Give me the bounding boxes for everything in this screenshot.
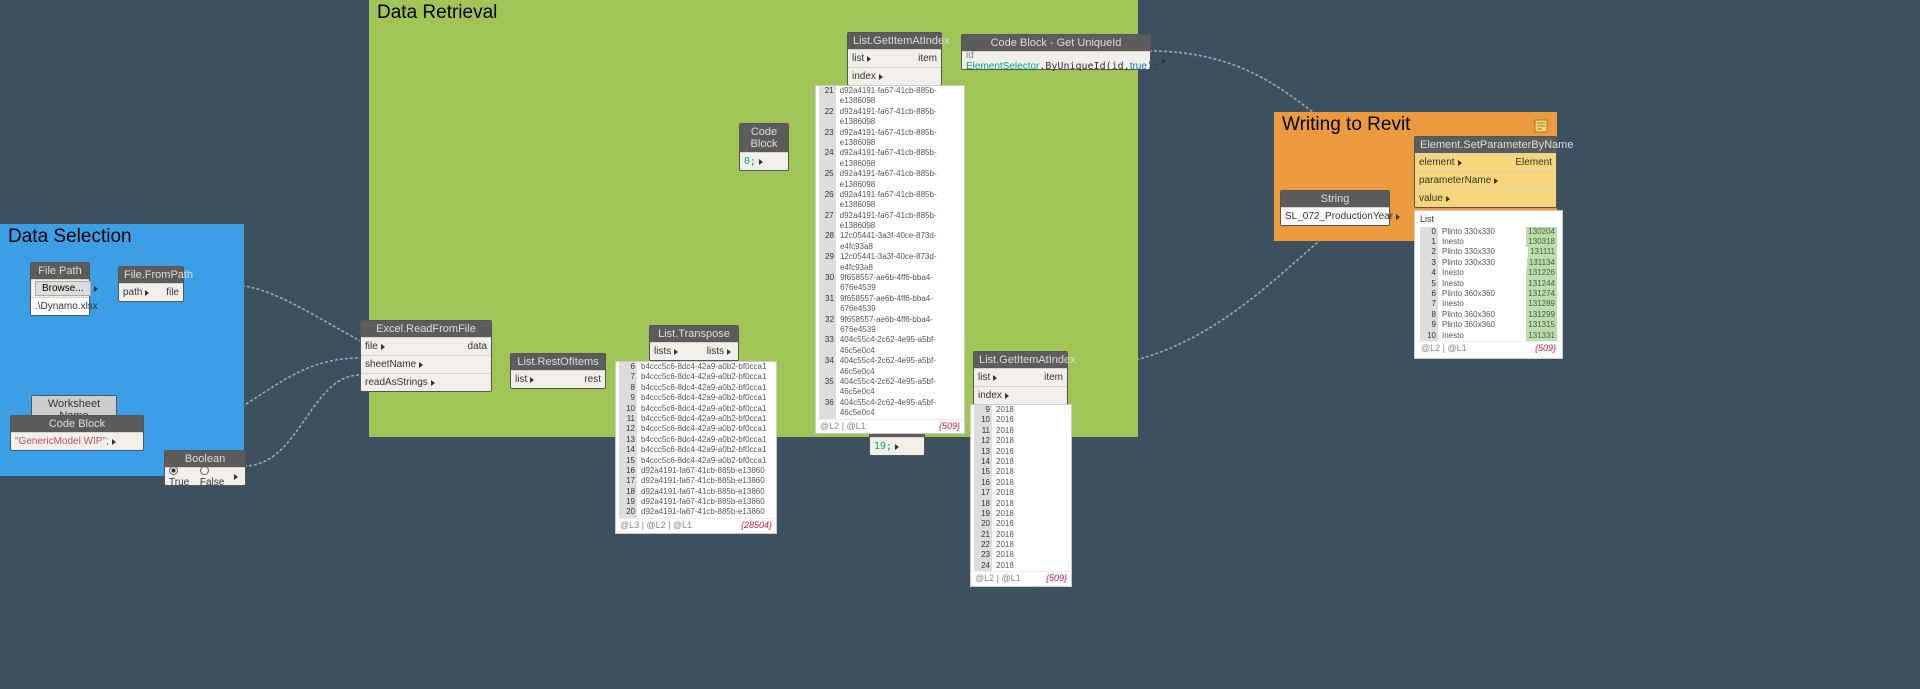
node-string[interactable]: String SL_072_ProductionYear [1280, 190, 1390, 226]
output-port[interactable] [234, 474, 238, 480]
node-codeblock-selector[interactable]: Code Block - Get UniqueId id ElementSele… [961, 34, 1151, 70]
node-boolean[interactable]: Boolean True False [164, 450, 246, 486]
input-port[interactable] [419, 362, 423, 368]
input-port[interactable] [381, 344, 385, 350]
output-port[interactable] [759, 159, 763, 165]
group-title: Writing to Revit [1282, 114, 1410, 136]
input-port[interactable] [1494, 178, 1498, 184]
input-port[interactable] [867, 56, 871, 62]
output-port[interactable] [1162, 58, 1166, 64]
output-port[interactable] [895, 444, 899, 450]
filepath-value: .\Dynamo.xlsx [35, 301, 98, 312]
input-port[interactable] [1446, 196, 1450, 202]
group-title: Data Selection [8, 226, 132, 248]
preview-get-item-1: 21d92a4191-fa67-41cb-885b-e138609822d92a… [815, 85, 965, 434]
radio-false[interactable]: False [200, 466, 231, 488]
input-port[interactable] [674, 349, 678, 355]
output-port[interactable] [94, 286, 98, 292]
node-file-from-path[interactable]: File.FromPath pathfile [118, 266, 184, 302]
node-excel-read[interactable]: Excel.ReadFromFile filedata sheetName re… [360, 320, 492, 392]
node-get-item-1[interactable]: List.GetItemAtIndex listitem index [847, 32, 942, 86]
note-icon [1533, 118, 1549, 134]
output-port[interactable] [1396, 214, 1400, 220]
preview-transpose: 6b4ccc5c6-8dc4-42a9-a0b2-bf0cca17b4ccc5c… [615, 361, 777, 534]
output-port[interactable] [727, 349, 731, 355]
node-rest-of-items[interactable]: List.RestOfItems listrest [510, 353, 606, 389]
group-title: Data Retrieval [377, 2, 497, 24]
input-port[interactable] [1458, 160, 1462, 166]
input-port[interactable] [993, 375, 997, 381]
output-port[interactable] [112, 439, 116, 445]
input-port[interactable] [145, 290, 149, 296]
browse-button[interactable]: Browse... [35, 281, 91, 296]
node-codeblock-sheetname[interactable]: Code Block "GenericModel WIP"; [10, 415, 144, 451]
input-port[interactable] [431, 380, 435, 386]
node-transpose[interactable]: List.Transpose listslists [649, 325, 739, 361]
input-port[interactable] [530, 377, 534, 383]
node-file-path[interactable]: File Path Browse... .\Dynamo.xlsx [30, 262, 90, 316]
input-port[interactable] [1005, 393, 1009, 399]
radio-true[interactable]: True [169, 466, 196, 488]
node-get-item-2[interactable]: List.GetItemAtIndex listitem index [973, 351, 1068, 405]
input-port[interactable] [879, 74, 883, 80]
preview-set-parameter: List0Plinto 330x3301302041Inesto1303182P… [1414, 210, 1563, 359]
node-set-parameter[interactable]: Element.SetParameterByName elementElemen… [1414, 136, 1557, 208]
preview-get-item-2: 9201810201811201812201813201814201815201… [970, 404, 1072, 587]
node-codeblock-0[interactable]: Code Block 0; [739, 123, 789, 171]
